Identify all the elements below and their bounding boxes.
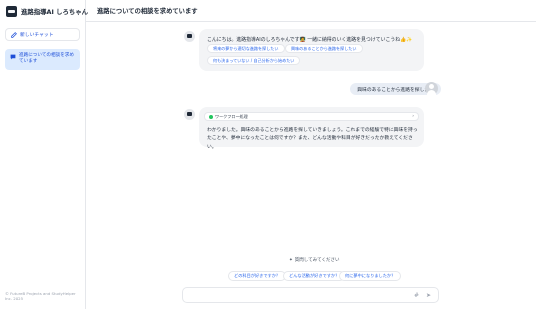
new-chat-button[interactable]: 新しいチャット (5, 28, 80, 41)
check-circle-icon (209, 114, 213, 119)
sparkle-icon: ✦ (289, 257, 293, 263)
suggestions-title-text: 質問してみてください (294, 258, 340, 263)
chat-bubble-icon (10, 54, 16, 60)
app-root: 進路指導AI しろちゃん 新しいチャット 進路についての相談を求めています © … (0, 0, 536, 309)
suggestion-activity[interactable]: どんな活動が好きですか？ (283, 271, 346, 281)
suggestions-title: ✦ 質問してみてください (289, 257, 340, 264)
assistant-message-greeting: こんにちは。進路指導AIのしろちゃんです🧑‍🏫 一緒に納得のいく進路を見つけてい… (199, 29, 424, 71)
robot-logo-icon (6, 6, 17, 17)
robot-icon (187, 34, 192, 38)
assistant-message-reply: ワークフロー処理 › わかりました。興味のあることから進路を探していきましょう。… (199, 107, 424, 150)
user-message-text: 興味のあることから進路を探したい (357, 87, 434, 93)
edit-icon (11, 31, 17, 38)
chevron-right-icon: › (412, 114, 414, 119)
hash-icon[interactable]: # (414, 292, 419, 300)
robot-icon-2 (187, 112, 192, 116)
app-title: 進路指導AI しろちゃん (21, 8, 89, 16)
conversation-label: 進路についての相談を求めています (19, 53, 74, 65)
sidebar-item-conversation[interactable]: 進路についての相談を求めています (5, 49, 80, 70)
assistant-avatar-2 (184, 109, 195, 120)
new-chat-label: 新しいチャット (20, 33, 54, 38)
workflow-panel[interactable]: ワークフロー処理 › (204, 112, 419, 121)
greeting-text: こんにちは。進路指導AIのしろちゃんです🧑‍🏫 一緒に納得のいく進路を見つけてい… (207, 37, 413, 43)
option-chip-interest[interactable]: 興味のあることから進路を探したい (285, 44, 363, 53)
footer-line-2: Inc. 2025 (5, 296, 24, 302)
suggestion-subject[interactable]: どの科目が好きですか？ (228, 271, 287, 281)
message-input[interactable] (189, 292, 409, 298)
sidebar: 進路指導AI しろちゃん 新しいチャット 進路についての相談を求めています © … (0, 0, 88, 309)
reply-text: わかりました。興味のあることから進路を探していきましょう。これまでの経験で特に興… (207, 128, 418, 150)
page-title: 進路についての相談を求めています (97, 8, 198, 15)
assistant-avatar (184, 31, 195, 42)
option-chip-dream[interactable]: 将来の夢から適切な進路を探したい (207, 44, 285, 53)
page-header: 進路についての相談を求めています (86, 0, 536, 22)
option-chip-self-analysis[interactable]: 何も決まっていない / 自己分析から始めたい (207, 56, 301, 65)
brand[interactable]: 進路指導AI しろちゃん (6, 6, 88, 17)
message-input-box: # ➤ (182, 287, 439, 303)
send-icon[interactable]: ➤ (426, 292, 431, 300)
suggestion-passion[interactable]: 何に夢中になりましたか？ (339, 271, 402, 281)
copyright-footer: © FutureB Projects and StudyHelper Inc. … (5, 291, 76, 301)
user-avatar-icon (425, 82, 438, 95)
workflow-label: ワークフロー処理 (215, 113, 248, 119)
